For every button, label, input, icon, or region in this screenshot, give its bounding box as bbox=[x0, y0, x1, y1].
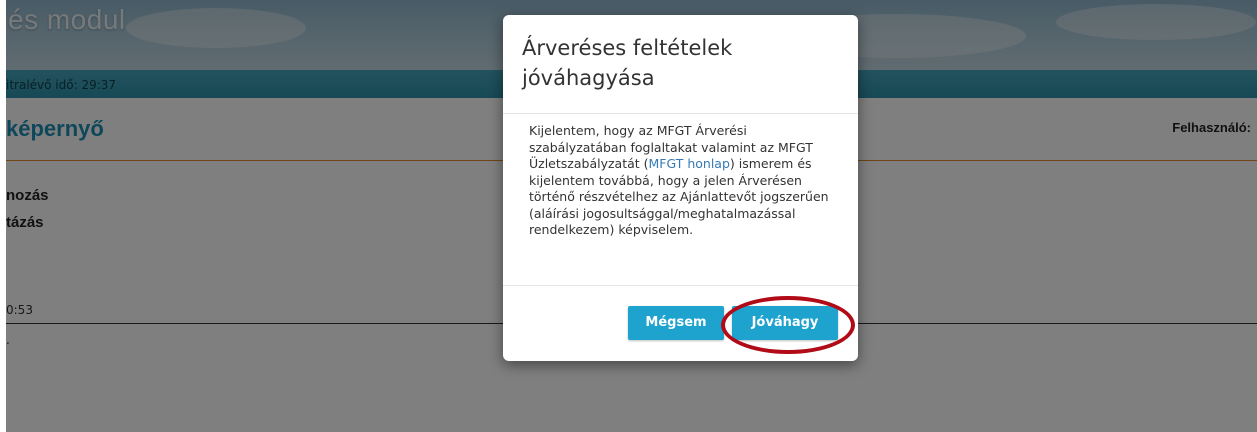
dialog-title: Árveréses feltételek jóváhagyása bbox=[522, 36, 733, 90]
cancel-button[interactable]: Mégsem bbox=[628, 306, 724, 340]
dialog-body: Kijelentem, hogy az MFGT Árverési szabál… bbox=[529, 123, 839, 239]
page: és modul itralévő idő: 29:37 képernyő Fe… bbox=[0, 0, 1257, 432]
mfgt-website-link[interactable]: MFGT honlap bbox=[649, 156, 730, 171]
dialog-header: Árveréses feltételek jóváhagyása bbox=[503, 15, 858, 114]
approve-button[interactable]: Jóváhagy bbox=[732, 306, 838, 340]
confirm-terms-dialog: Árveréses feltételek jóváhagyása Kijelen… bbox=[503, 15, 858, 361]
